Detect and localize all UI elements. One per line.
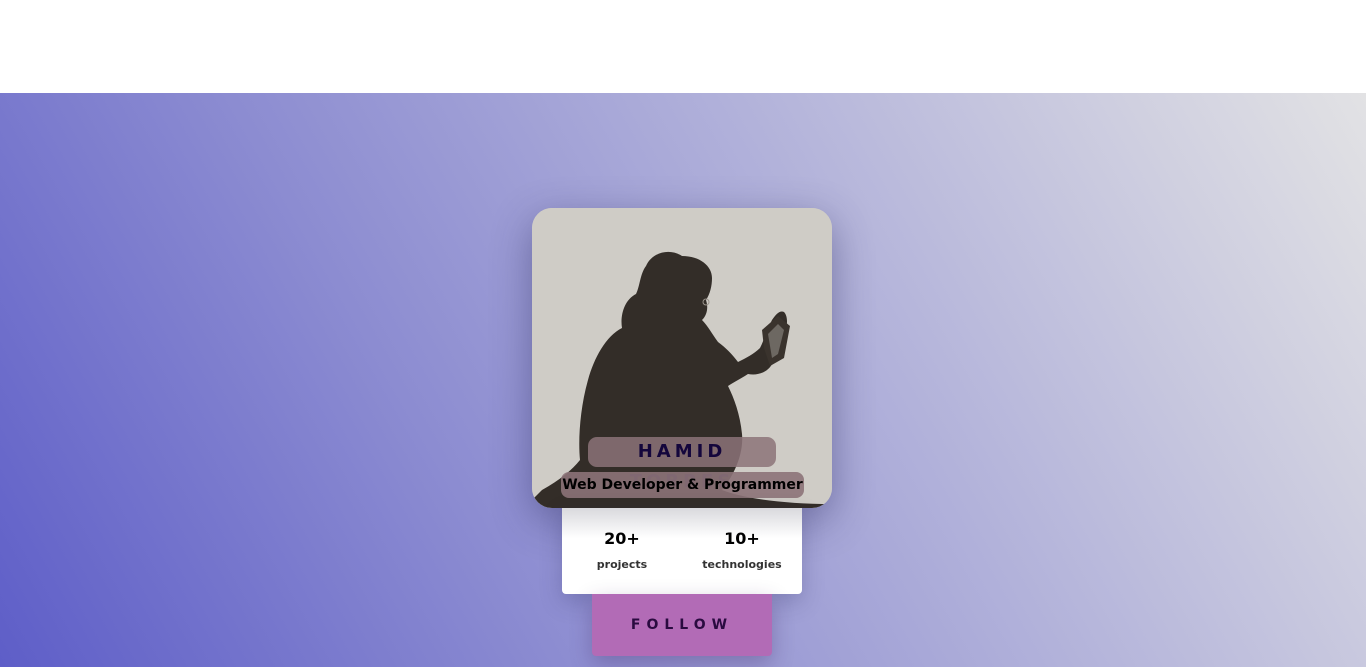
- stat-projects-label: projects: [596, 558, 648, 571]
- stat-technologies: 10+ technologies: [682, 508, 802, 571]
- stat-projects: 20+ projects: [562, 508, 682, 571]
- profile-card: HAMID TORRES Web Developer & Programmer: [532, 208, 832, 508]
- stat-technologies-value: 10+: [724, 529, 760, 548]
- follow-button[interactable]: FOLLOW: [592, 594, 772, 656]
- stat-projects-value: 20+: [604, 529, 640, 548]
- stats-panel: 20+ projects 10+ technologies: [562, 508, 802, 594]
- hero-section: HAMID TORRES Web Developer & Programmer …: [0, 93, 1366, 667]
- profile-role: Web Developer & Programmer: [561, 472, 804, 498]
- top-bar: [0, 0, 1366, 93]
- stat-technologies-label: technologies: [702, 558, 782, 571]
- profile-name: HAMID TORRES: [588, 437, 776, 492]
